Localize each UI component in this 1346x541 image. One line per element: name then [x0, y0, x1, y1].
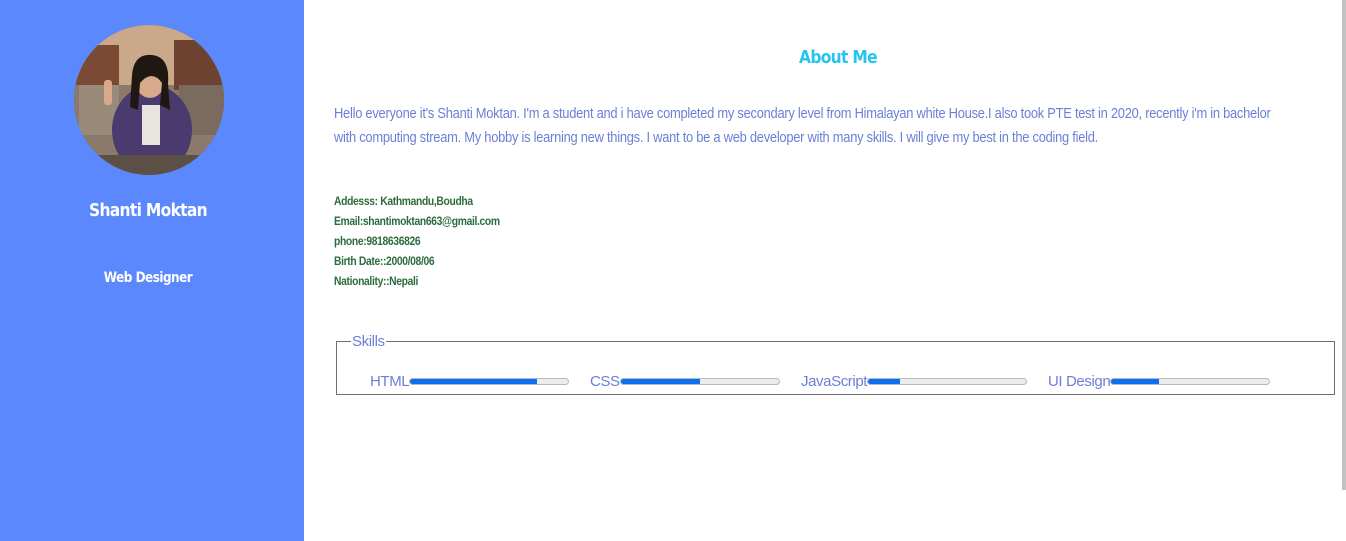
- nationality-text: Nationality::Nepali: [334, 274, 419, 288]
- profile-role: Web Designer: [103, 270, 193, 286]
- skill-label: HTML: [370, 372, 410, 390]
- skill-ui-design: UI Design: [1048, 371, 1271, 391]
- skill-progress-bar: [409, 377, 570, 385]
- skill-progress-fill: [1111, 378, 1159, 384]
- sidebar: Shanti Moktan Web Designer: [0, 0, 304, 541]
- page-scrollbar[interactable]: [1342, 0, 1346, 490]
- skill-progress-bar: [1110, 377, 1271, 385]
- contact-info: Addesss: Kathmandu,Boudha Email:shantimo…: [334, 191, 527, 291]
- about-title: About Me: [799, 47, 878, 68]
- address-text: Addesss: Kathmandu,Boudha: [334, 194, 473, 208]
- skills-legend: Skills: [352, 333, 385, 350]
- skill-javascript: JavaScript: [801, 371, 1028, 391]
- avatar: [74, 25, 224, 175]
- about-line: Hello everyone it's Shanti Moktan. I'm a…: [334, 105, 1271, 122]
- skill-progress-fill: [410, 378, 537, 384]
- birth-date-text: Birth Date::2000/08/06: [334, 254, 435, 268]
- skill-label: JavaScript: [801, 372, 868, 390]
- phone-text: phone:9818636826: [334, 234, 421, 248]
- profile-name: Shanti Moktan: [88, 200, 208, 221]
- skill-progress-fill: [868, 378, 900, 384]
- skills-fieldset: Skills HTML CSS JavaScript UI Design: [336, 333, 1335, 395]
- skill-progress-fill: [620, 378, 700, 384]
- skill-label: CSS: [590, 372, 620, 390]
- email-text: Email:shantimoktan663@gmail.com: [334, 214, 500, 228]
- skill-html: HTML: [370, 371, 570, 391]
- about-line: with computing stream. My hobby is learn…: [334, 129, 1099, 146]
- skill-css: CSS: [590, 371, 780, 391]
- skill-progress-bar: [619, 377, 780, 385]
- skill-label: UI Design: [1048, 372, 1111, 390]
- skill-progress-bar: [867, 377, 1028, 385]
- profile-photo: [74, 25, 224, 175]
- about-paragraph: Hello everyone it's Shanti Moktan. I'm a…: [334, 102, 1334, 150]
